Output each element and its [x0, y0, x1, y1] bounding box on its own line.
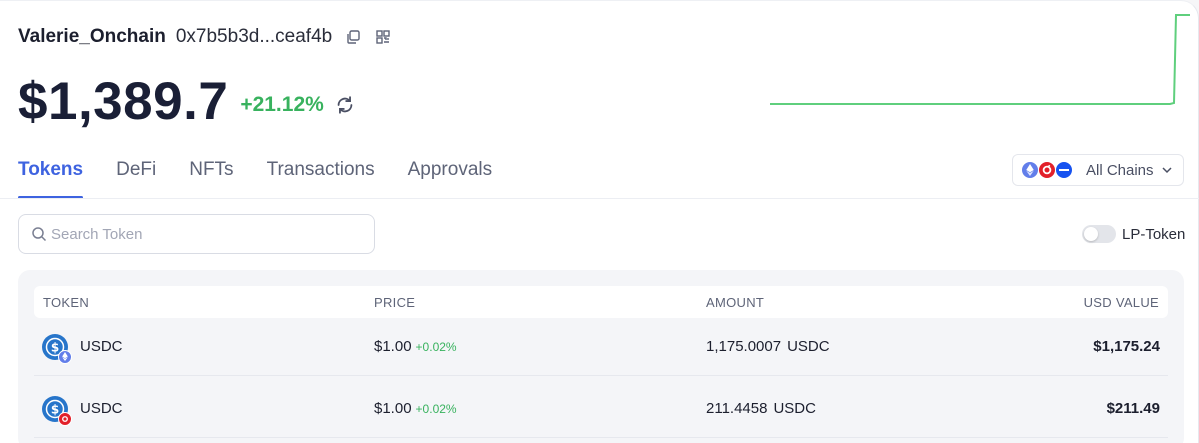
account-name: Valerie_Onchain [18, 26, 166, 47]
balance-change: +21.12% [240, 93, 324, 116]
token-amount: 211.4458 [706, 400, 768, 417]
chain-icons [1021, 161, 1073, 179]
token-cell: $ USDC [42, 333, 123, 364]
token-cell: $ USDC [42, 395, 123, 426]
base-icon [1055, 161, 1073, 179]
price-cell: $1.00 +0.02% [374, 338, 457, 355]
chain-filter-dropdown[interactable]: All Chains [1012, 154, 1184, 186]
optimism-icon [58, 411, 72, 426]
token-price: $1.00 [374, 338, 412, 355]
lp-token-toggle[interactable]: LP-Token [1082, 224, 1185, 244]
ethereum-icon [58, 349, 72, 364]
usdc-icon: $ [42, 333, 72, 364]
token-table: TOKEN PRICE AMOUNT USD VALUE $ USDC $1.0… [18, 270, 1184, 443]
portfolio-card: Valerie_Onchain 0x7b5b3d...ceaf4b $1,389… [0, 0, 1199, 443]
token-name: USDC [80, 400, 123, 417]
token-price: $1.00 [374, 400, 412, 417]
price-change: +0.02% [415, 340, 457, 354]
optimism-icon [1038, 161, 1056, 179]
amount-symbol: USDC [773, 400, 816, 417]
price-cell: $1.00 +0.02% [374, 400, 457, 417]
usdc-icon: $ [42, 395, 72, 426]
copy-icon[interactable] [344, 28, 362, 46]
tab-defi[interactable]: DeFi [116, 151, 156, 199]
amount-symbol: USDC [787, 338, 830, 355]
amount-cell: 211.4458 USDC [706, 400, 816, 417]
svg-text:$: $ [51, 340, 59, 354]
tab-tokens[interactable]: Tokens [18, 151, 84, 199]
lp-token-label: LP-Token [1122, 225, 1186, 243]
tab-transactions[interactable]: Transactions [267, 151, 375, 199]
column-header-amount[interactable]: AMOUNT [706, 295, 764, 310]
lp-token-switch[interactable] [1082, 225, 1116, 243]
tab-nfts[interactable]: NFTs [189, 151, 233, 199]
column-header-usd-value[interactable]: USD VALUE [1084, 295, 1159, 310]
table-row[interactable]: $ USDC $1.00 +0.02% 211.4458 USDC $211.49 [34, 380, 1168, 438]
account-header: Valerie_Onchain 0x7b5b3d...ceaf4b [18, 25, 392, 49]
balance-row: $1,389.7 +21.12% [18, 71, 356, 131]
main-tabs: Tokens DeFi NFTs Transactions Approvals [18, 151, 525, 199]
column-header-token[interactable]: TOKEN [43, 295, 89, 310]
table-row[interactable]: $ USDC $1.00 +0.02% 1,175.0007 USDC $1,17… [34, 318, 1168, 376]
svg-text:$: $ [51, 402, 59, 416]
tabs-divider [0, 198, 1199, 199]
chevron-down-icon [1161, 164, 1173, 176]
search-input[interactable] [51, 225, 351, 243]
amount-cell: 1,175.0007 USDC [706, 338, 830, 355]
tab-approvals[interactable]: Approvals [408, 151, 493, 199]
search-box [18, 214, 375, 254]
search-icon [32, 227, 47, 242]
refresh-icon[interactable] [334, 94, 356, 116]
price-change: +0.02% [415, 402, 457, 416]
total-balance: $1,389.7 [18, 71, 229, 131]
account-address: 0x7b5b3d...ceaf4b [175, 26, 333, 47]
ethereum-icon [1021, 161, 1039, 179]
token-amount: 1,175.0007 [706, 338, 782, 355]
table-header: TOKEN PRICE AMOUNT USD VALUE [34, 286, 1168, 318]
qr-code-icon[interactable] [374, 28, 392, 46]
column-header-price[interactable]: PRICE [374, 295, 415, 310]
chain-filter-label: All Chains [1086, 161, 1154, 179]
usd-value: $1,175.24 [1093, 338, 1160, 355]
balance-sparkline [770, 14, 1190, 105]
usd-value: $211.49 [1106, 400, 1160, 417]
token-name: USDC [80, 338, 123, 355]
